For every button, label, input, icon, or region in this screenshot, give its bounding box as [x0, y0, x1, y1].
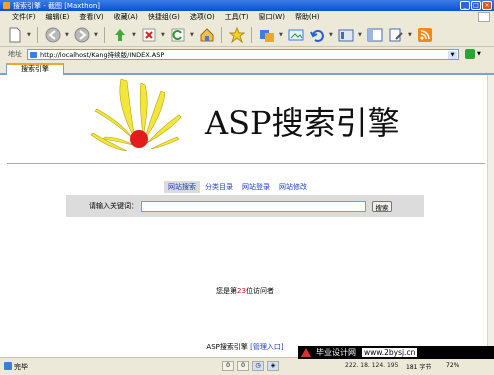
- zoom-level[interactable]: 72%: [446, 362, 459, 369]
- footer-text: ASP搜索引擎: [206, 343, 248, 351]
- chevron-down-icon[interactable]: ▼: [65, 32, 69, 38]
- chevron-down-icon[interactable]: ▼: [477, 51, 483, 57]
- page-content: ASP搜索引擎 网站搜索 分类目录 网站登录 网站修改 请输入关键词： 搜索 您…: [3, 75, 487, 357]
- chevron-down-icon[interactable]: ▼: [329, 32, 333, 38]
- popup-blocker-icon[interactable]: ◈: [267, 361, 279, 371]
- minimize-button[interactable]: _: [460, 1, 470, 10]
- address-input[interactable]: http://localhost/Kang持续版/INDEX.ASP ▼: [27, 48, 459, 60]
- rss-icon[interactable]: [416, 26, 433, 43]
- status-counter-1[interactable]: 0: [222, 361, 234, 371]
- nav-category-directory[interactable]: 分类目录: [201, 181, 237, 193]
- chevron-down-icon[interactable]: ▼: [448, 50, 457, 59]
- sunburst-logo-icon: [90, 78, 182, 152]
- edit-note-icon[interactable]: [387, 26, 404, 43]
- menu-bar: 文件(F) 编辑(E) 查看(V) 收藏(A) 快捷组(G) 选项(O) 工具(…: [0, 11, 494, 23]
- status-counter-2[interactable]: 0: [237, 361, 249, 371]
- toolbar-separator: [221, 26, 222, 43]
- home-icon[interactable]: [198, 26, 215, 43]
- visitor-suffix: 位访问者: [245, 287, 274, 295]
- site-logo-text: ASP搜索引擎: [205, 104, 400, 142]
- menu-help[interactable]: 帮助(H): [295, 12, 320, 22]
- header-divider: [7, 163, 485, 164]
- menu-view[interactable]: 查看(V): [79, 12, 103, 22]
- watermark-banner: 毕业设计网 www.2bysj.cn: [298, 346, 494, 359]
- window-titlebar: 搜索引擎 - 截图 [Maxthon] _ □ ×: [0, 0, 494, 11]
- search-label: 请输入关键词：: [89, 202, 138, 210]
- chevron-down-icon[interactable]: ▼: [408, 32, 412, 38]
- window-title: 搜索引擎 - 截图 [Maxthon]: [13, 1, 101, 10]
- visitor-counter: 您是第23位访问者: [3, 286, 487, 296]
- search-input[interactable]: [141, 200, 366, 212]
- toolbar: ▼ ▼ ▼ ▼ ▼ ▼ ▼ ▼ ▼ ▼: [0, 23, 494, 47]
- toolbar-separator: [37, 26, 38, 43]
- search-panel: 请输入关键词： 搜索: [66, 195, 424, 217]
- nav-site-login[interactable]: 网站登录: [238, 181, 274, 193]
- address-url: http://localhost/Kang持续版/INDEX.ASP: [40, 51, 165, 59]
- up-folder-icon[interactable]: [111, 26, 128, 43]
- toolbar-separator: [251, 26, 252, 43]
- visitor-count: 23: [237, 287, 246, 295]
- maxthon-app-icon: [3, 2, 10, 9]
- security-icon[interactable]: ◷: [252, 361, 264, 371]
- close-button[interactable]: ×: [482, 1, 492, 10]
- menu-groups[interactable]: 快捷组(G): [148, 12, 180, 22]
- search-button[interactable]: 搜索: [372, 200, 392, 212]
- page-size: 181 字节: [406, 364, 432, 371]
- sidebar-icon[interactable]: [366, 26, 383, 43]
- favorites-star-icon[interactable]: [228, 26, 245, 43]
- chevron-down-icon[interactable]: ▼: [190, 32, 194, 38]
- nav-site-edit[interactable]: 网站修改: [275, 181, 311, 193]
- menu-tools[interactable]: 工具(T): [225, 12, 249, 22]
- refresh-icon[interactable]: [169, 26, 186, 43]
- chevron-down-icon[interactable]: ▼: [27, 32, 31, 38]
- back-icon[interactable]: [44, 26, 61, 43]
- status-text: 完毕: [14, 363, 28, 371]
- maximize-button[interactable]: □: [471, 1, 481, 10]
- nav-web-search[interactable]: 网站搜索: [164, 181, 200, 193]
- menu-edit[interactable]: 编辑(E): [46, 12, 70, 22]
- address-label: 地址: [8, 50, 22, 58]
- stop-icon[interactable]: [140, 26, 157, 43]
- page-icon: [30, 51, 37, 58]
- forward-icon[interactable]: [73, 26, 90, 43]
- menu-window[interactable]: 窗口(W): [259, 12, 285, 22]
- chevron-down-icon[interactable]: ▼: [132, 32, 136, 38]
- vertical-scrollbar[interactable]: [487, 75, 494, 357]
- go-icon[interactable]: [465, 49, 475, 59]
- watermark-text: 毕业设计网: [316, 348, 356, 357]
- visitor-prefix: 您是第: [216, 287, 238, 295]
- status-bar: 完毕 0 0 ◷ ◈ 222. 18. 124. 195 181 字节 72%: [0, 357, 494, 375]
- admin-link[interactable]: [管理入口]: [250, 343, 283, 351]
- page-status-icon: [4, 362, 12, 370]
- tab-search-engine[interactable]: 搜索引擎: [6, 63, 64, 75]
- windows-logo-icon: [478, 12, 490, 22]
- screenshot-icon[interactable]: [287, 26, 304, 43]
- menu-options[interactable]: 选项(O): [190, 12, 215, 22]
- chevron-down-icon[interactable]: ▼: [94, 32, 98, 38]
- toolbox-icon[interactable]: [337, 26, 354, 43]
- chevron-down-icon[interactable]: ▼: [358, 32, 362, 38]
- server-ip: 222. 18. 124. 195: [345, 362, 399, 369]
- chevron-down-icon[interactable]: ▼: [279, 32, 283, 38]
- new-page-icon[interactable]: [6, 26, 23, 43]
- menu-file[interactable]: 文件(F): [12, 12, 36, 22]
- address-bar: 地址 http://localhost/Kang持续版/INDEX.ASP ▼ …: [0, 47, 494, 61]
- menu-favorites[interactable]: 收藏(A): [114, 12, 138, 22]
- tab-bar: 搜索引擎: [0, 61, 494, 75]
- chevron-down-icon[interactable]: ▼: [161, 32, 165, 38]
- toolbar-separator: [104, 26, 105, 43]
- watermark-logo-icon: [301, 348, 311, 357]
- site-nav: 网站搜索 分类目录 网站登录 网站修改: [164, 181, 312, 193]
- undo-icon[interactable]: [308, 26, 325, 43]
- translate-icon[interactable]: [258, 26, 275, 43]
- watermark-site: www.2bysj.cn: [362, 348, 418, 357]
